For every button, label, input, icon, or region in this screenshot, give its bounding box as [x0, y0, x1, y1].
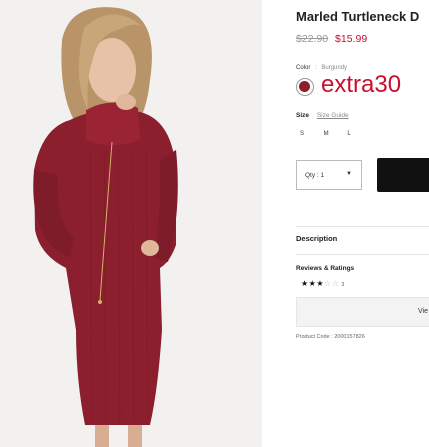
reviews-heading: Reviews & Ratings [296, 265, 355, 272]
size-guide-link[interactable]: Size Guide [317, 112, 349, 119]
size-options: S M L [300, 131, 369, 137]
size-option-s[interactable]: S [300, 131, 322, 137]
star-filled-icon: ★ [316, 279, 325, 288]
description-toggle[interactable]: Description [296, 234, 337, 243]
color-label: Color [296, 65, 311, 71]
star-filled-icon: ★ [301, 279, 309, 288]
divider [296, 254, 429, 255]
sale-price: $15.99 [335, 33, 368, 45]
quantity-value: Qty : 1 [305, 172, 325, 179]
divider [296, 226, 429, 227]
price-block: $22.90 $15.99 [296, 33, 367, 45]
view-reviews-button[interactable]: Vie [296, 297, 429, 327]
original-price: $22.90 [296, 33, 329, 45]
product-details-panel: Marled Turtleneck D $22.90 $15.99 Color … [296, 0, 429, 447]
color-swatch-burgundy[interactable] [296, 78, 314, 96]
size-label: Size [296, 112, 310, 119]
model-image [0, 0, 262, 447]
view-reviews-label: Vie [418, 308, 428, 315]
star-empty-icon: ☆ [331, 279, 340, 288]
size-option-l[interactable]: L [347, 131, 369, 137]
color-separator: : [315, 65, 317, 71]
quantity-select[interactable]: Qty : 1 ▼ [296, 160, 362, 190]
product-code: Product Code : 2000157826 [296, 334, 365, 340]
star-empty-icon: ☆ [324, 279, 332, 288]
product-title: Marled Turtleneck D [296, 9, 420, 24]
promo-code-text: extra30 [321, 71, 402, 98]
add-to-bag-button[interactable] [377, 158, 429, 192]
review-count: 3 [341, 282, 345, 288]
size-row: Size Size Guide [296, 112, 349, 119]
rating-stars: ★★★☆☆ 3 [301, 279, 345, 288]
size-option-m[interactable]: M [324, 131, 346, 137]
chevron-down-icon: ▼ [346, 171, 352, 177]
product-photo[interactable] [0, 0, 262, 447]
